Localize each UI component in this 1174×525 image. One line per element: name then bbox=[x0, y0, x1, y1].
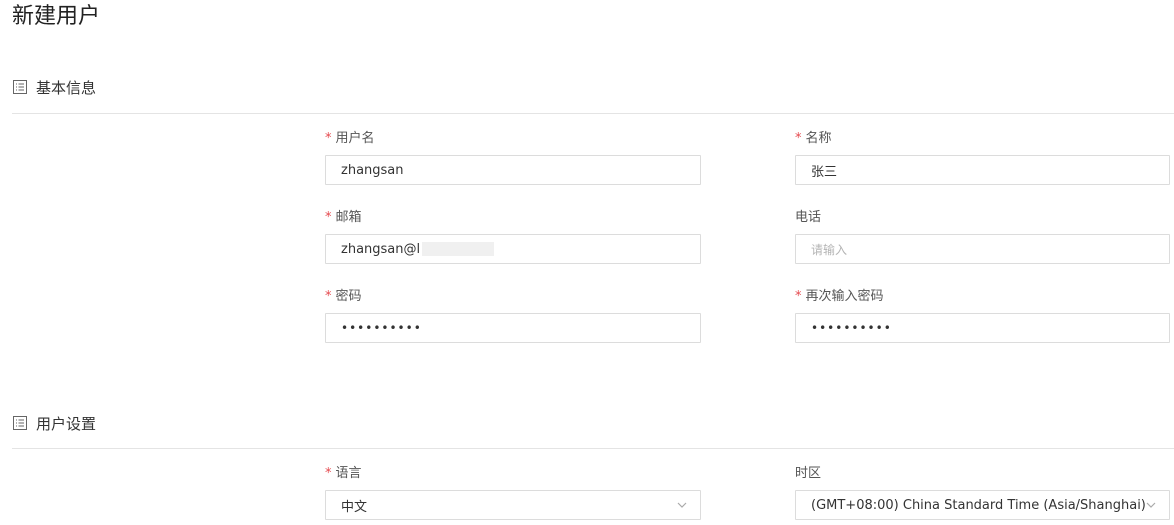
phone-label: 电话 bbox=[795, 210, 822, 225]
timezone-field: 时区 (GMT+08:00) China Standard Time (Asia… bbox=[795, 465, 1170, 520]
list-icon bbox=[13, 80, 27, 94]
language-field: * 语言 中文 bbox=[325, 465, 701, 520]
email-input[interactable]: zhangsan@l bbox=[325, 234, 701, 264]
phone-placeholder: 请输入 bbox=[811, 242, 848, 257]
list-icon bbox=[13, 416, 27, 430]
required-mark: * bbox=[325, 210, 332, 225]
redacted-text bbox=[422, 242, 495, 256]
language-label: * 语言 bbox=[325, 466, 362, 481]
confirm-password-input[interactable]: •••••••••• bbox=[795, 313, 1170, 343]
password-label: * 密码 bbox=[325, 289, 362, 304]
timezone-select[interactable]: (GMT+08:00) China Standard Time (Asia/Sh… bbox=[795, 490, 1170, 520]
required-mark: * bbox=[325, 131, 332, 146]
phone-input[interactable]: 请输入 bbox=[795, 234, 1170, 264]
section-divider bbox=[12, 113, 1174, 114]
section-title-user-settings: 用户设置 bbox=[36, 414, 97, 433]
section-title-basic-info: 基本信息 bbox=[36, 78, 97, 97]
email-label: * 邮箱 bbox=[325, 210, 362, 225]
name-field: * 名称 张三 bbox=[795, 130, 1170, 185]
timezone-label: 时区 bbox=[795, 466, 822, 481]
required-mark: * bbox=[325, 289, 332, 304]
required-mark: * bbox=[795, 289, 802, 304]
confirm-password-field: * 再次输入密码 •••••••••• bbox=[795, 288, 1170, 343]
chevron-down-icon bbox=[1146, 502, 1156, 508]
password-input[interactable]: •••••••••• bbox=[325, 313, 701, 343]
username-label: * 用户名 bbox=[325, 131, 375, 146]
chevron-down-icon bbox=[677, 502, 687, 508]
name-input[interactable]: 张三 bbox=[795, 155, 1170, 185]
name-label: * 名称 bbox=[795, 131, 832, 146]
page-title: 新建用户 bbox=[12, 4, 101, 29]
confirm-password-label: * 再次输入密码 bbox=[795, 289, 884, 304]
username-input[interactable]: zhangsan bbox=[325, 155, 701, 185]
required-mark: * bbox=[325, 466, 332, 481]
email-field: * 邮箱 zhangsan@l bbox=[325, 209, 701, 264]
language-select[interactable]: 中文 bbox=[325, 490, 701, 520]
section-header-basic-info: 基本信息 bbox=[12, 77, 96, 97]
password-field: * 密码 •••••••••• bbox=[325, 288, 701, 343]
phone-field: 电话 请输入 bbox=[795, 209, 1170, 264]
section-divider bbox=[12, 448, 1174, 449]
required-mark: * bbox=[795, 131, 802, 146]
section-header-user-settings: 用户设置 bbox=[12, 413, 96, 433]
username-field: * 用户名 zhangsan bbox=[325, 130, 701, 185]
